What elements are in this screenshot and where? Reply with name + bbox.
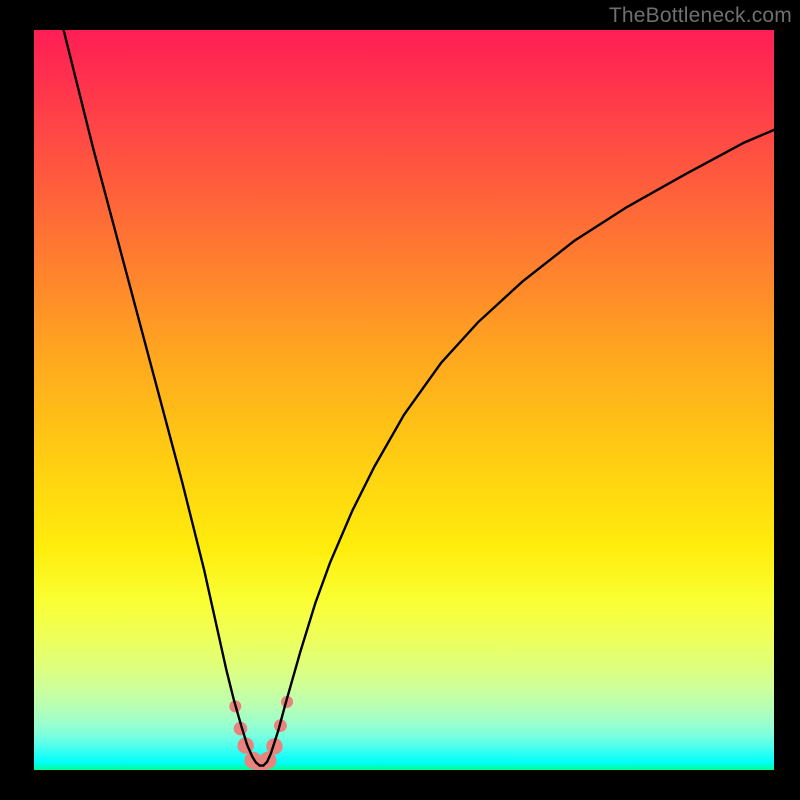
plot-area	[34, 30, 774, 770]
chart-frame: TheBottleneck.com	[0, 0, 800, 800]
chart-svg	[34, 30, 774, 770]
bottleneck-curve	[64, 30, 774, 766]
watermark-text: TheBottleneck.com	[609, 4, 792, 28]
